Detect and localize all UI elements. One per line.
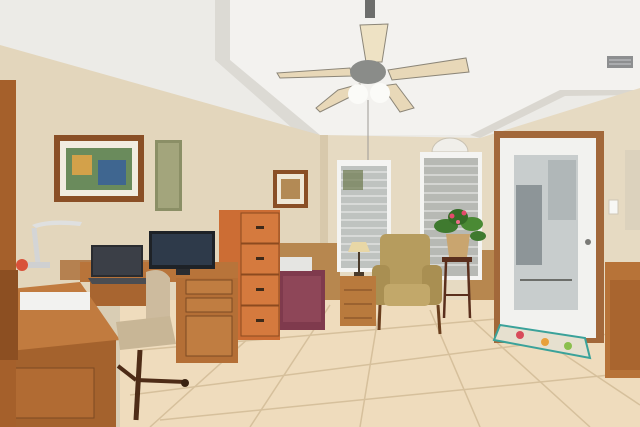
art-panel [155,140,182,211]
framed-art-small [273,170,308,208]
scene-svg [0,0,640,427]
flower-decoration [16,259,28,271]
glass-door [494,131,619,343]
framed-art-large [54,135,144,202]
door-handle [585,239,591,245]
monitor [149,231,215,275]
light-switch [608,199,619,215]
side-table [340,276,376,326]
printer [280,257,312,271]
office-photo [0,0,640,427]
air-vent [607,56,633,68]
